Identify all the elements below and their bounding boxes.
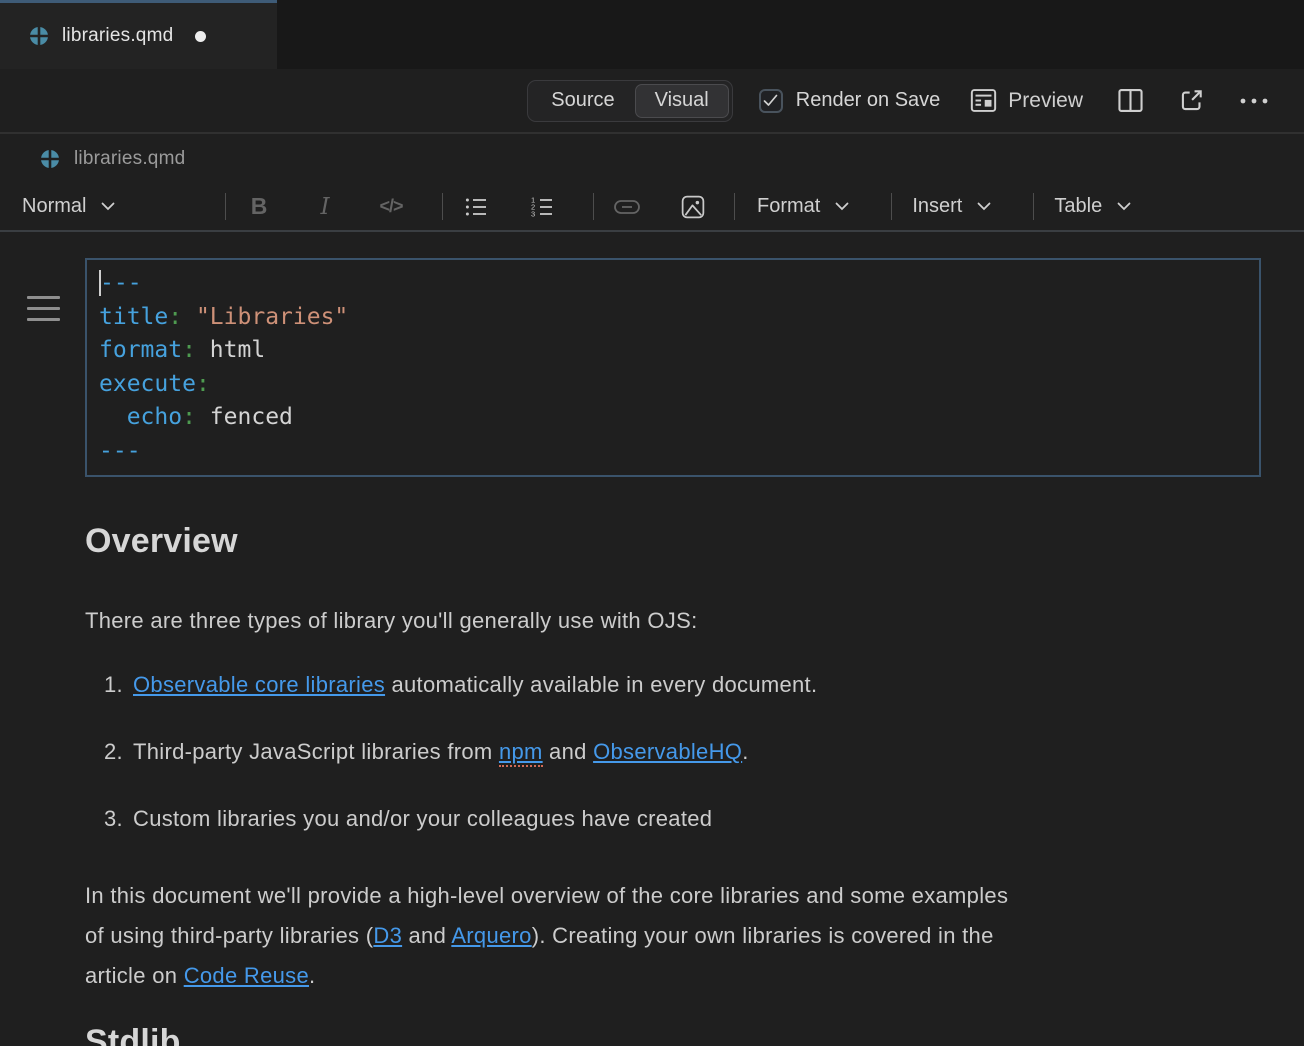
list-item-text: and <box>543 739 593 764</box>
format-dropdown-label: Format <box>757 195 820 218</box>
split-editor-icon <box>1117 87 1144 114</box>
list-item-text: . <box>742 739 748 764</box>
list-item-number: 1. <box>104 670 133 700</box>
list-item-text: Custom libraries you and/or your colleag… <box>133 806 712 831</box>
list-item-number: 2. <box>104 737 133 767</box>
paragraph-text: and <box>402 923 451 948</box>
insert-dropdown-label: Insert <box>912 195 962 218</box>
tab-title: libraries.qmd <box>62 25 173 47</box>
preview-label: Preview <box>1008 89 1083 113</box>
preview-button[interactable]: Preview <box>966 83 1087 118</box>
paragraph-text: In this document we'll provide a high-le… <box>85 883 1008 908</box>
image-button[interactable] <box>660 187 726 227</box>
render-on-save-control: Render on Save <box>759 89 941 113</box>
render-on-save-label: Render on Save <box>796 89 941 112</box>
observable-core-libraries-link[interactable]: Observable core libraries <box>133 672 385 697</box>
format-dropdown[interactable]: Format <box>735 195 849 218</box>
more-actions-button[interactable] <box>1235 93 1273 109</box>
open-external-button[interactable] <box>1174 83 1209 118</box>
list-item[interactable]: 3.Custom libraries you and/or your colle… <box>85 804 1261 834</box>
table-dropdown[interactable]: Table <box>1034 195 1131 218</box>
open-in-new-window-icon <box>1178 87 1205 114</box>
breadcrumb: libraries.qmd <box>0 132 1304 183</box>
code-line: format: html <box>99 334 1247 368</box>
yaml-front-matter-block[interactable]: --- title: "Libraries" format: html exec… <box>85 258 1261 477</box>
intro-paragraph[interactable]: There are three types of library you'll … <box>85 606 1261 636</box>
bold-icon: B <box>251 193 268 220</box>
chevron-down-icon <box>101 202 115 211</box>
list-item-number: 3. <box>104 804 133 834</box>
ellipsis-icon <box>1239 97 1269 105</box>
code-line: --- <box>99 435 1247 469</box>
paragraph-text: ). Creating your own libraries is covere… <box>532 923 994 948</box>
paragraph-text: . <box>309 963 315 988</box>
paragraph-line: In this document we'll provide a high-le… <box>85 876 1261 916</box>
list-item-text: automatically available in every documen… <box>385 672 817 697</box>
code-line: execute: <box>99 368 1247 402</box>
paragraph-text: article on <box>85 963 184 988</box>
code-button[interactable]: </> <box>358 187 424 227</box>
paragraph-line: of using third-party libraries (D3 and A… <box>85 916 1261 956</box>
quarto-icon <box>40 149 60 169</box>
paragraph-line: article on Code Reuse. <box>85 956 1261 996</box>
editor-mode-toggle: Source Visual <box>527 80 733 122</box>
numbered-list-button[interactable]: 1 2 3 <box>509 187 575 227</box>
formatting-toolbar: Normal B I </> 1 2 3 Format <box>0 183 1304 232</box>
quarto-icon <box>29 26 49 46</box>
breadcrumb-filename[interactable]: libraries.qmd <box>74 148 185 170</box>
tab-bar: libraries.qmd <box>0 0 1304 69</box>
block-drag-handle-icon[interactable] <box>27 296 60 321</box>
code-line: echo: fenced <box>99 401 1247 435</box>
code-line: title: "Libraries" <box>99 301 1247 335</box>
italic-button[interactable]: I <box>292 187 358 227</box>
unsaved-changes-dot[interactable] <box>195 31 206 42</box>
preview-icon <box>970 87 997 114</box>
numbered-list: 1.Observable core libraries automaticall… <box>85 670 1261 834</box>
italic-icon: I <box>320 194 329 220</box>
paragraph-style-value: Normal <box>22 195 86 218</box>
bold-button[interactable]: B <box>226 187 292 227</box>
chevron-down-icon <box>1117 202 1131 211</box>
editor-mode-toolbar: Source Visual Render on Save Preview <box>0 69 1304 132</box>
split-editor-button[interactable] <box>1113 83 1148 118</box>
image-icon <box>681 195 705 219</box>
svg-text:3: 3 <box>531 209 535 218</box>
list-item-text: Third-party JavaScript libraries from <box>133 739 499 764</box>
table-dropdown-label: Table <box>1054 195 1102 218</box>
bulleted-list-icon <box>465 197 487 217</box>
heading-stdlib[interactable]: Stdlib <box>85 1022 1261 1046</box>
chevron-down-icon <box>977 202 991 211</box>
insert-dropdown[interactable]: Insert <box>892 195 991 218</box>
code-icon: </> <box>379 196 402 217</box>
summary-paragraph[interactable]: In this document we'll provide a high-le… <box>85 876 1261 996</box>
npm-link[interactable]: npm <box>499 739 543 767</box>
heading-overview[interactable]: Overview <box>85 521 1261 562</box>
list-item[interactable]: 2.Third-party JavaScript libraries from … <box>85 737 1261 767</box>
paragraph-style-dropdown[interactable]: Normal <box>22 195 225 218</box>
render-on-save-checkbox[interactable] <box>759 89 783 113</box>
source-mode-button[interactable]: Source <box>531 84 634 118</box>
code-line: --- <box>99 267 1247 301</box>
chevron-down-icon <box>835 202 849 211</box>
document-editor: --- title: "Libraries" format: html exec… <box>0 258 1304 1046</box>
bulleted-list-button[interactable] <box>443 187 509 227</box>
observablehq-link[interactable]: ObservableHQ <box>593 739 742 764</box>
numbered-list-icon: 1 2 3 <box>531 196 553 218</box>
paragraph-text: of using third-party libraries ( <box>85 923 373 948</box>
arquero-link[interactable]: Arquero <box>451 923 531 948</box>
d3-link[interactable]: D3 <box>373 923 402 948</box>
visual-mode-button[interactable]: Visual <box>635 84 729 118</box>
list-item[interactable]: 1.Observable core libraries automaticall… <box>85 670 1261 700</box>
link-button[interactable] <box>594 187 660 227</box>
tab-libraries-qmd[interactable]: libraries.qmd <box>0 0 277 69</box>
chain-link-icon <box>614 199 640 215</box>
checkmark-icon <box>763 94 778 107</box>
code-reuse-link[interactable]: Code Reuse <box>184 963 309 988</box>
